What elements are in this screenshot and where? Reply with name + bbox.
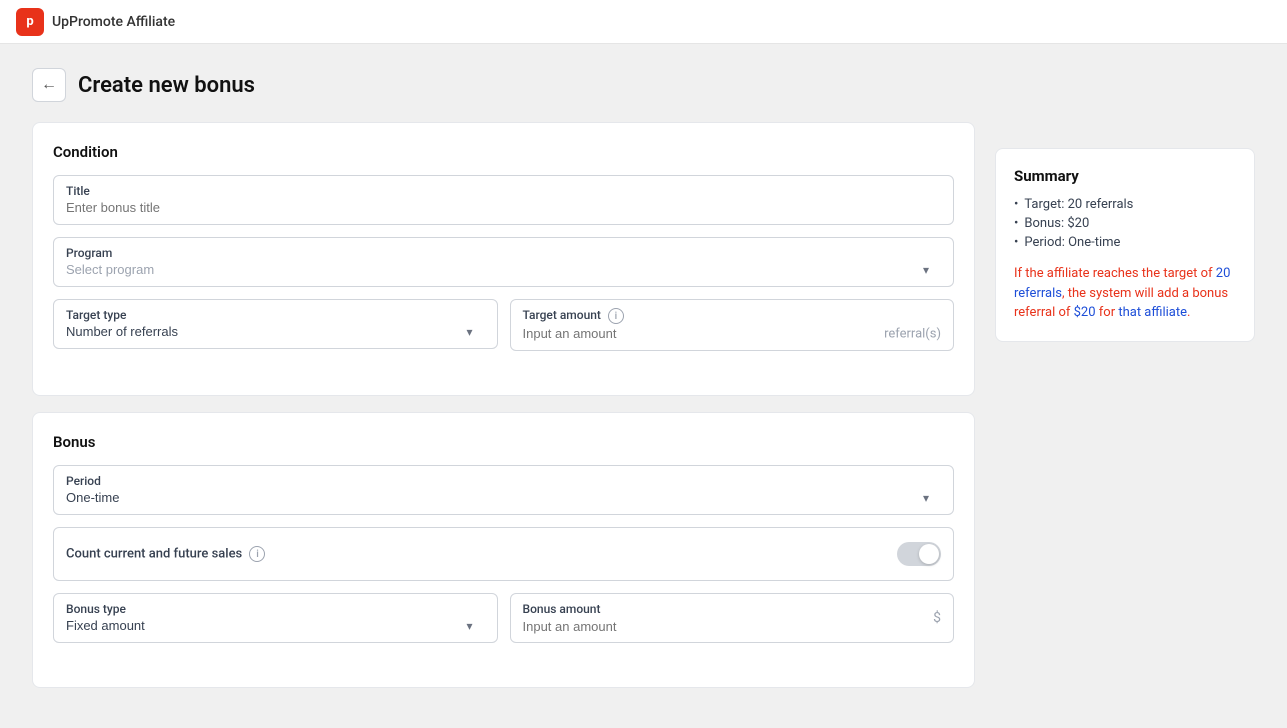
summary-item-target: Target: 20 referrals xyxy=(1014,197,1236,212)
header: p UpPromote Affiliate xyxy=(0,0,1287,44)
target-amount-input[interactable] xyxy=(523,326,862,341)
bonus-amount-input-wrapper: $ xyxy=(523,618,942,634)
period-label: Period xyxy=(66,474,941,488)
bonus-type-select-wrapper: Fixed amount Percentage ▾ xyxy=(66,618,485,634)
summary-title: Summary xyxy=(1014,167,1236,185)
summary-description: If the affiliate reaches the target of 2… xyxy=(1014,264,1236,323)
target-amount-form-group: Target amount i referral(s) xyxy=(510,299,955,363)
summary-target-highlight: 20 referrals xyxy=(1014,266,1230,301)
period-form-group: Period One-time Monthly Yearly ▾ xyxy=(53,465,954,515)
summary-bonus-highlight: $20 xyxy=(1074,305,1096,320)
bonus-amount-dollar-icon: $ xyxy=(933,610,941,626)
page-title-row: ← Create new bonus xyxy=(32,68,975,102)
target-amount-label: Target amount i xyxy=(523,308,942,324)
target-type-select-wrapper: Number of referrals Revenue ▾ xyxy=(66,324,485,340)
bonus-type-form-group: Bonus type Fixed amount Percentage ▾ xyxy=(53,593,498,655)
period-select[interactable]: One-time Monthly Yearly xyxy=(66,490,941,505)
condition-section-title: Condition xyxy=(53,143,954,161)
target-type-field-box: Target type Number of referrals Revenue … xyxy=(53,299,498,349)
bonus-amount-field-box: Bonus amount $ xyxy=(510,593,955,643)
bonus-card: Bonus Period One-time Monthly Yearly ▾ xyxy=(32,412,975,688)
program-form-group: Program Select program ▾ xyxy=(53,237,954,287)
summary-card: Summary Target: 20 referrals Bonus: $20 … xyxy=(995,148,1255,342)
title-field-box: Title xyxy=(53,175,954,225)
bonus-type-select[interactable]: Fixed amount Percentage xyxy=(66,618,485,633)
app-name: UpPromote Affiliate xyxy=(52,14,175,30)
bonus-row: Bonus type Fixed amount Percentage ▾ xyxy=(53,593,954,667)
period-select-wrapper: One-time Monthly Yearly ▾ xyxy=(66,490,941,506)
count-sales-toggle[interactable] xyxy=(897,542,941,566)
bonus-type-label: Bonus type xyxy=(66,602,485,616)
bonus-amount-label: Bonus amount xyxy=(523,602,942,616)
back-button[interactable]: ← xyxy=(32,68,66,102)
summary-list: Target: 20 referrals Bonus: $20 Period: … xyxy=(1014,197,1236,250)
summary-item-bonus: Bonus: $20 xyxy=(1014,216,1236,231)
title-form-group: Title xyxy=(53,175,954,225)
target-amount-field-box: Target amount i referral(s) xyxy=(510,299,955,351)
app-logo: p UpPromote Affiliate xyxy=(16,8,175,36)
target-type-select[interactable]: Number of referrals Revenue xyxy=(66,324,485,339)
target-type-form-group: Target type Number of referrals Revenue … xyxy=(53,299,498,363)
logo-icon: p xyxy=(16,8,44,36)
count-sales-label: Count current and future sales i xyxy=(66,546,265,562)
bonus-type-field-box: Bonus type Fixed amount Percentage ▾ xyxy=(53,593,498,643)
condition-card: Condition Title Program Select program ▾ xyxy=(32,122,975,396)
target-amount-suffix: referral(s) xyxy=(884,327,941,342)
count-sales-row: Count current and future sales i xyxy=(53,527,954,581)
main-content: ← Create new bonus Condition Title Progr… xyxy=(0,44,1287,728)
program-select-wrapper: Select program ▾ xyxy=(66,262,941,278)
target-amount-info-icon[interactable]: i xyxy=(608,308,624,324)
title-label: Title xyxy=(66,184,941,198)
page-title: Create new bonus xyxy=(78,73,255,98)
period-field-box: Period One-time Monthly Yearly ▾ xyxy=(53,465,954,515)
bonus-amount-input[interactable] xyxy=(523,619,934,634)
left-panel: ← Create new bonus Condition Title Progr… xyxy=(32,68,975,704)
bonus-section-title: Bonus xyxy=(53,433,954,451)
bonus-amount-form-group: Bonus amount $ xyxy=(510,593,955,655)
summary-affiliate-highlight: that affiliate xyxy=(1118,305,1187,320)
back-icon: ← xyxy=(41,76,57,94)
summary-item-period: Period: One-time xyxy=(1014,235,1236,250)
target-type-label: Target type xyxy=(66,308,485,322)
right-panel: Summary Target: 20 referrals Bonus: $20 … xyxy=(995,68,1255,704)
target-row: Target type Number of referrals Revenue … xyxy=(53,299,954,375)
count-sales-info-icon[interactable]: i xyxy=(249,546,265,562)
program-select[interactable]: Select program xyxy=(66,262,941,277)
program-field-box: Program Select program ▾ xyxy=(53,237,954,287)
program-label: Program xyxy=(66,246,941,260)
title-input[interactable] xyxy=(66,200,941,215)
target-amount-input-wrapper: referral(s) xyxy=(523,326,942,342)
